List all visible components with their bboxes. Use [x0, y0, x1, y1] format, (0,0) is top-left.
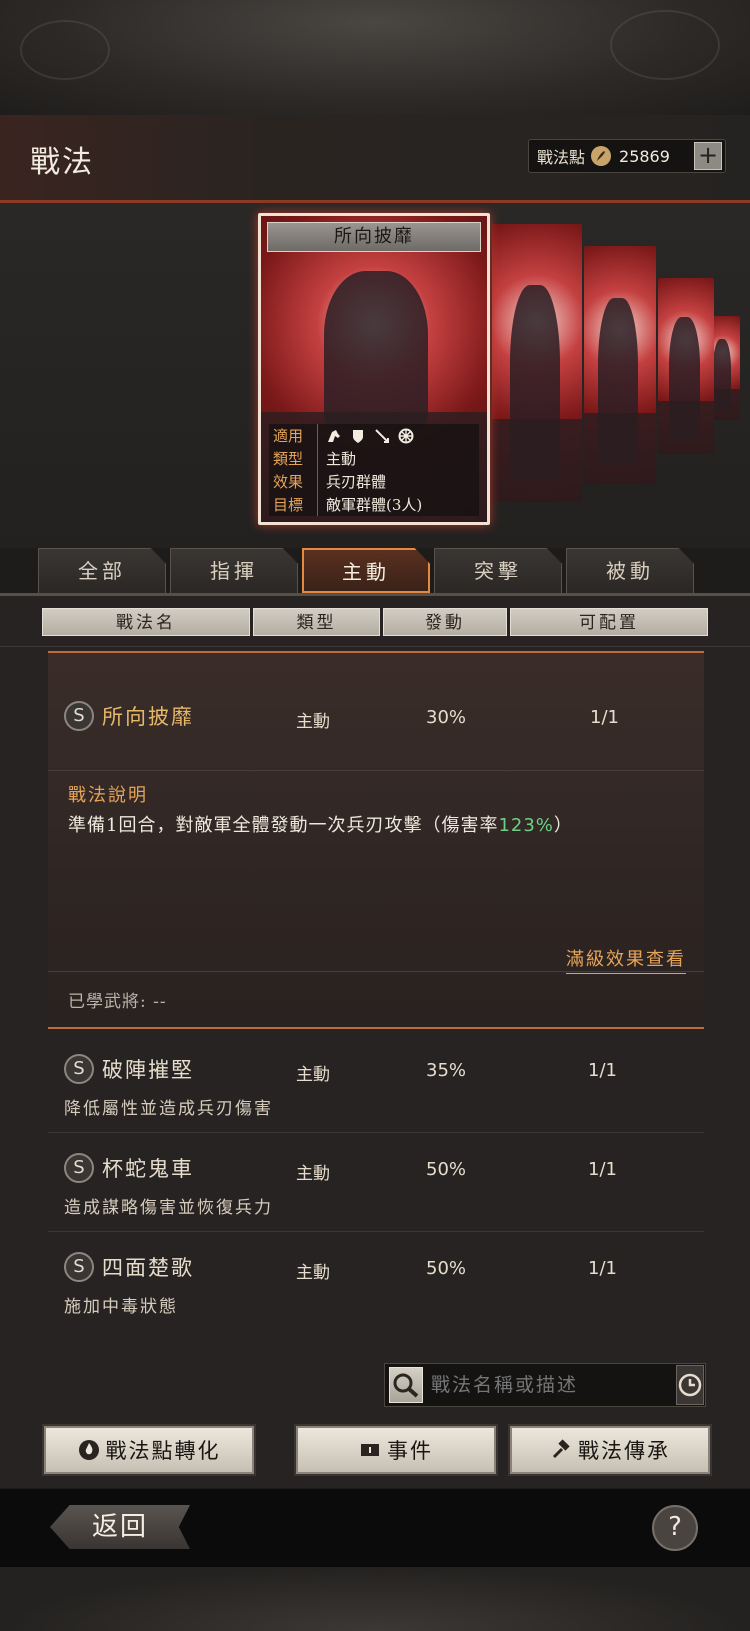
- col-trigger[interactable]: 發動: [383, 608, 507, 636]
- skill-summary: 降低屬性並造成兵刃傷害: [64, 1099, 273, 1119]
- featured-skill-card[interactable]: 所向披靡 適用 類型 主動 效果 兵刃群體 目標 敵軍群體(3人): [258, 213, 490, 525]
- search-bar: [384, 1363, 706, 1407]
- points-label: 戰法點: [537, 148, 586, 167]
- flame-icon: [78, 1440, 99, 1460]
- description-body: 準備1回合，對敵軍全體發動一次兵刃攻擊（傷害率: [68, 815, 499, 836]
- applicable-label: 適用: [273, 427, 304, 445]
- tab-assault[interactable]: 突擊: [434, 548, 562, 593]
- cavalry-icon: [328, 429, 340, 442]
- convert-label: 戰法點轉化: [105, 1439, 221, 1463]
- header-bar: 戰法 戰法點 25869 +: [0, 115, 750, 203]
- skill-rate: 50%: [426, 1159, 467, 1180]
- type-label: 類型: [273, 450, 304, 468]
- divider: [48, 971, 704, 972]
- events-button[interactable]: 事件: [296, 1426, 496, 1474]
- skill-name: 所向披靡: [102, 705, 194, 729]
- skill-slots: 1/1: [590, 707, 619, 728]
- convert-points-button[interactable]: 戰法點轉化: [44, 1426, 254, 1474]
- skill-summary: 施加中毒狀態: [64, 1297, 178, 1317]
- effect-label: 效果: [273, 473, 304, 491]
- skill-slots: 1/1: [588, 1060, 617, 1081]
- skill-name: 四面楚歌: [102, 1256, 194, 1280]
- search-input[interactable]: [423, 1374, 676, 1396]
- skill-points-box: 戰法點 25869 +: [528, 139, 726, 173]
- effect-value: 兵刃群體: [317, 470, 386, 493]
- target-label: 目標: [273, 496, 304, 514]
- list-item[interactable]: S 四面楚歌 主動 50% 1/1 施加中毒狀態: [48, 1236, 704, 1324]
- skill-list: 戰法名 類型 發動 可配置 S 所向披靡 主動 30% 1/1 戰法說明 準備1…: [0, 596, 750, 1338]
- search-icon: [393, 1373, 419, 1398]
- clock-icon: [678, 1373, 702, 1397]
- hammer-icon: [552, 1439, 570, 1459]
- skill-summary: 造成謀略傷害並恢復兵力: [64, 1198, 273, 1218]
- skill-slots: 1/1: [588, 1159, 617, 1180]
- list-item[interactable]: S 破陣摧堅 主動 35% 1/1 降低屬性並造成兵刃傷害: [48, 1038, 704, 1126]
- add-points-button[interactable]: +: [694, 142, 722, 170]
- skill-card-back-1[interactable]: [492, 224, 582, 502]
- divider: [48, 1231, 704, 1232]
- rank-badge: S: [64, 1153, 94, 1183]
- back-button[interactable]: 返回: [50, 1505, 190, 1549]
- footer-bar: 返回 ?: [0, 1489, 750, 1567]
- selected-skill-row[interactable]: S 所向披靡 主動 30% 1/1 戰法說明 準備1回合，對敵軍全體發動一次兵刃…: [48, 651, 704, 1029]
- full-effect-link[interactable]: 滿級效果查看: [566, 945, 686, 974]
- events-label: 事件: [387, 1439, 433, 1463]
- list-item[interactable]: S 杯蛇鬼車 主動 50% 1/1 造成謀略傷害並恢復兵力: [48, 1137, 704, 1225]
- skill-name: 杯蛇鬼車: [102, 1157, 194, 1181]
- skill-type: 主動: [296, 712, 330, 732]
- skill-name: 破陣摧堅: [102, 1058, 194, 1082]
- skill-rate: 50%: [426, 1258, 467, 1279]
- card-info-panel: 適用 類型 主動 效果 兵刃群體 目標 敵軍群體(3人): [269, 424, 479, 516]
- tab-all[interactable]: 全部: [38, 548, 166, 593]
- tab-passive[interactable]: 被動: [566, 548, 694, 593]
- skill-rate: 35%: [426, 1060, 467, 1081]
- tab-command[interactable]: 指揮: [170, 548, 298, 593]
- skill-card-back-2[interactable]: [584, 246, 656, 484]
- applicable-icons: [317, 424, 414, 447]
- rank-badge: S: [64, 1252, 94, 1282]
- learned-generals: 已學武將: --: [68, 992, 167, 1012]
- recent-button[interactable]: [676, 1365, 704, 1405]
- tab-active[interactable]: 主動: [302, 548, 430, 593]
- skill-type: 主動: [296, 1263, 330, 1283]
- search-button[interactable]: [389, 1367, 423, 1403]
- inherit-button[interactable]: 戰法傳承: [510, 1426, 710, 1474]
- description-text: 準備1回合，對敵軍全體發動一次兵刃攻擊（傷害率123%）: [68, 811, 573, 837]
- bow-icon: [375, 428, 389, 443]
- help-button[interactable]: ?: [652, 1505, 698, 1551]
- col-skill-name[interactable]: 戰法名: [42, 608, 250, 636]
- quill-icon: [591, 146, 612, 166]
- divider: [0, 646, 750, 647]
- target-value: 敵軍群體(3人): [317, 493, 422, 516]
- inherit-label: 戰法傳承: [578, 1439, 670, 1463]
- rank-badge: S: [64, 701, 94, 731]
- col-type[interactable]: 類型: [253, 608, 380, 636]
- skill-type: 主動: [296, 1164, 330, 1184]
- category-tabs: 全部 指揮 主動 突擊 被動: [0, 548, 750, 593]
- rank-badge: S: [64, 1054, 94, 1084]
- col-configurable[interactable]: 可配置: [510, 608, 708, 636]
- skill-slots: 1/1: [588, 1258, 617, 1279]
- damage-rate-highlight: 123%: [498, 815, 554, 836]
- column-headers: 戰法名 類型 發動 可配置: [42, 608, 708, 636]
- top-decoration: [0, 0, 750, 115]
- scroll-icon: [361, 1444, 379, 1456]
- type-value: 主動: [317, 447, 356, 470]
- divider: [48, 1132, 704, 1133]
- points-value: 25869: [619, 146, 670, 166]
- description-title: 戰法說明: [68, 785, 148, 806]
- siege-wheel-icon: [398, 428, 414, 443]
- page-title: 戰法: [30, 145, 94, 180]
- divider: [48, 770, 704, 771]
- skill-type: 主動: [296, 1065, 330, 1085]
- bottom-decoration: [0, 1567, 750, 1631]
- skill-card-back-3[interactable]: [658, 278, 714, 454]
- skill-rate: 30%: [426, 707, 467, 728]
- shield-icon: [353, 429, 363, 443]
- description-end: ）: [553, 815, 573, 836]
- card-title: 所向披靡: [267, 222, 481, 252]
